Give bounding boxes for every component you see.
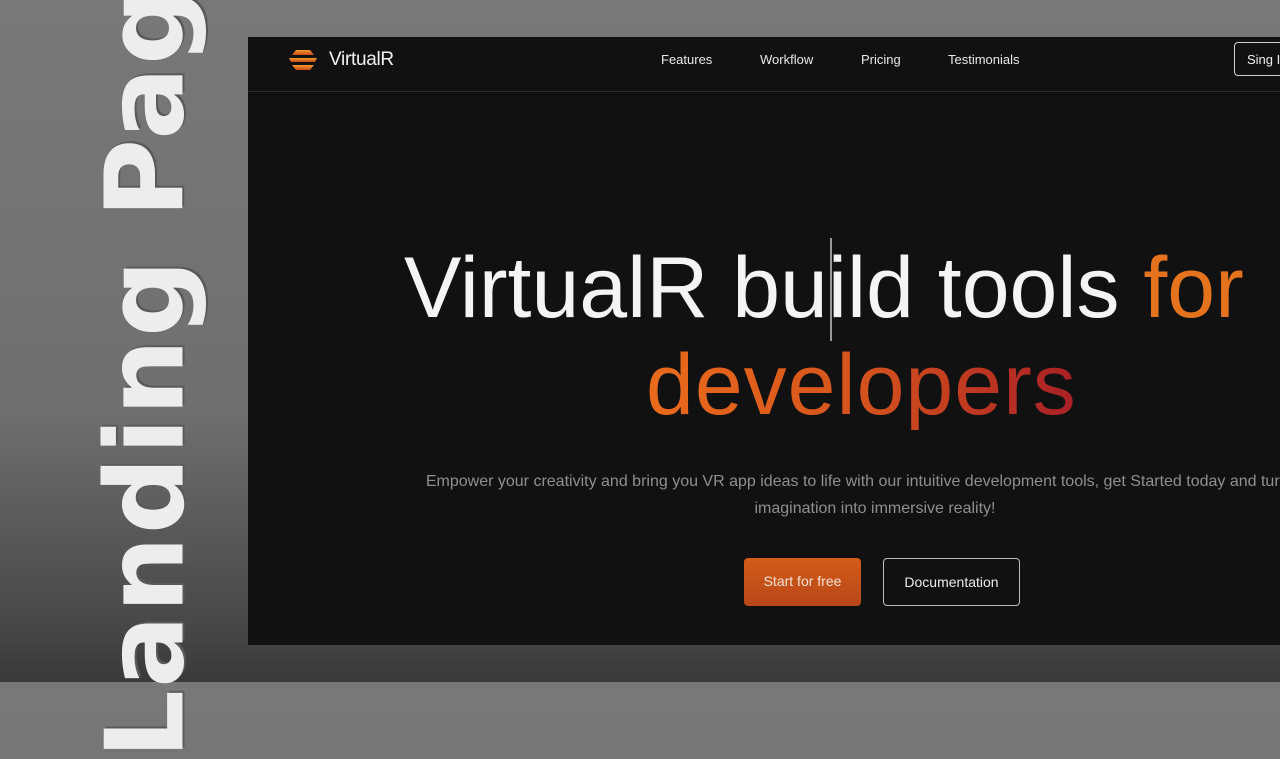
hero-headline-line2: developers	[646, 337, 1077, 433]
navbar: VirtualR Features Workflow Pricing Testi…	[248, 37, 1280, 92]
side-title-text: Landing Page	[83, 0, 209, 759]
brand-logo[interactable]: VirtualR	[287, 49, 394, 71]
documentation-button[interactable]: Documentation	[883, 558, 1020, 606]
hero-subtitle: Empower your creativity and bring you VR…	[425, 473, 1280, 517]
nav-link-workflow[interactable]: Workflow	[760, 52, 813, 67]
landing-page-window: VirtualR Features Workflow Pricing Testi…	[248, 37, 1280, 645]
layered-logo-icon	[289, 50, 317, 70]
nav-link-pricing[interactable]: Pricing	[861, 52, 901, 67]
brand-name: VirtualR	[329, 49, 394, 70]
nav-link-testimonials[interactable]: Testimonials	[948, 52, 1020, 67]
nav-link-features[interactable]: Features	[661, 52, 712, 67]
signin-button[interactable]: Sing In	[1234, 42, 1280, 76]
hero-headline-accent: for	[1143, 240, 1244, 336]
hero-headline-main: VirtualR build tools	[404, 240, 1144, 336]
side-title: Landing Page	[84, 0, 209, 759]
hero-headline: VirtualR build tools for	[404, 243, 1244, 333]
text-cursor	[830, 238, 832, 341]
start-for-free-button[interactable]: Start for free	[744, 558, 861, 606]
